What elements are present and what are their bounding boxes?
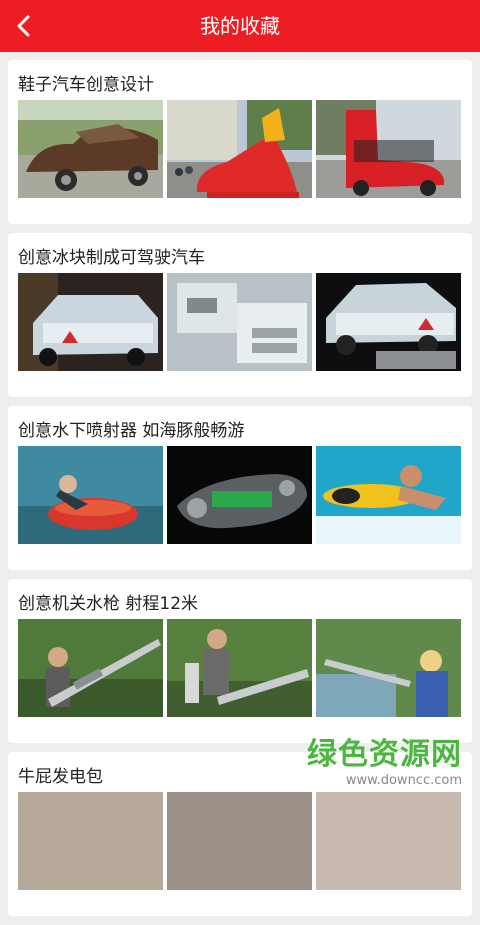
thumbnail-row [18, 446, 461, 544]
watermark: 绿色资源网 www.downcc.com [307, 729, 462, 788]
card-title: 创意冰块制成可驾驶汽车 [18, 248, 205, 268]
thumbnail-image[interactable] [316, 273, 461, 371]
thumbnail-image[interactable] [316, 792, 461, 890]
favorite-card[interactable]: 创意水下喷射器 如海豚般畅游 [8, 406, 472, 570]
thumbnail-image[interactable] [18, 792, 163, 890]
favorite-card[interactable]: 创意机关水枪 射程12米 [8, 579, 472, 743]
thumbnail-image[interactable] [167, 273, 312, 371]
thumbnail-image[interactable] [316, 446, 461, 544]
card-title: 创意机关水枪 射程12米 [18, 594, 199, 614]
favorite-card[interactable]: 创意冰块制成可驾驶汽车 [8, 233, 472, 397]
thumbnail-image[interactable] [167, 446, 312, 544]
thumbnail-row [18, 619, 461, 717]
thumbnail-image[interactable] [18, 446, 163, 544]
thumbnail-image[interactable] [316, 100, 461, 198]
thumbnail-image[interactable] [18, 273, 163, 371]
favorite-card[interactable]: 鞋子汽车创意设计 [8, 60, 472, 224]
page-title: 我的收藏 [200, 14, 280, 38]
thumbnail-image[interactable] [18, 619, 163, 717]
thumbnail-image[interactable] [167, 792, 312, 890]
top-app-bar: 我的收藏 [0, 0, 480, 52]
thumbnail-image[interactable] [18, 100, 163, 198]
favorites-list: 鞋子汽车创意设计 创意冰块制成可驾驶汽车 创意水下喷射器 如海豚般畅游 创意机关… [8, 60, 472, 925]
card-title: 创意水下喷射器 如海豚般畅游 [18, 421, 245, 441]
card-title: 鞋子汽车创意设计 [18, 75, 154, 95]
thumbnail-image[interactable] [167, 619, 312, 717]
thumbnail-row [18, 792, 461, 890]
card-title: 牛屁发电包 [18, 767, 103, 787]
watermark-url: www.downcc.com [345, 773, 462, 788]
watermark-logo-text: 绿色资源网 [307, 737, 462, 772]
thumbnail-image[interactable] [167, 100, 312, 198]
thumbnail-row [18, 273, 461, 371]
thumbnail-row [18, 100, 461, 198]
thumbnail-image[interactable] [316, 619, 461, 717]
